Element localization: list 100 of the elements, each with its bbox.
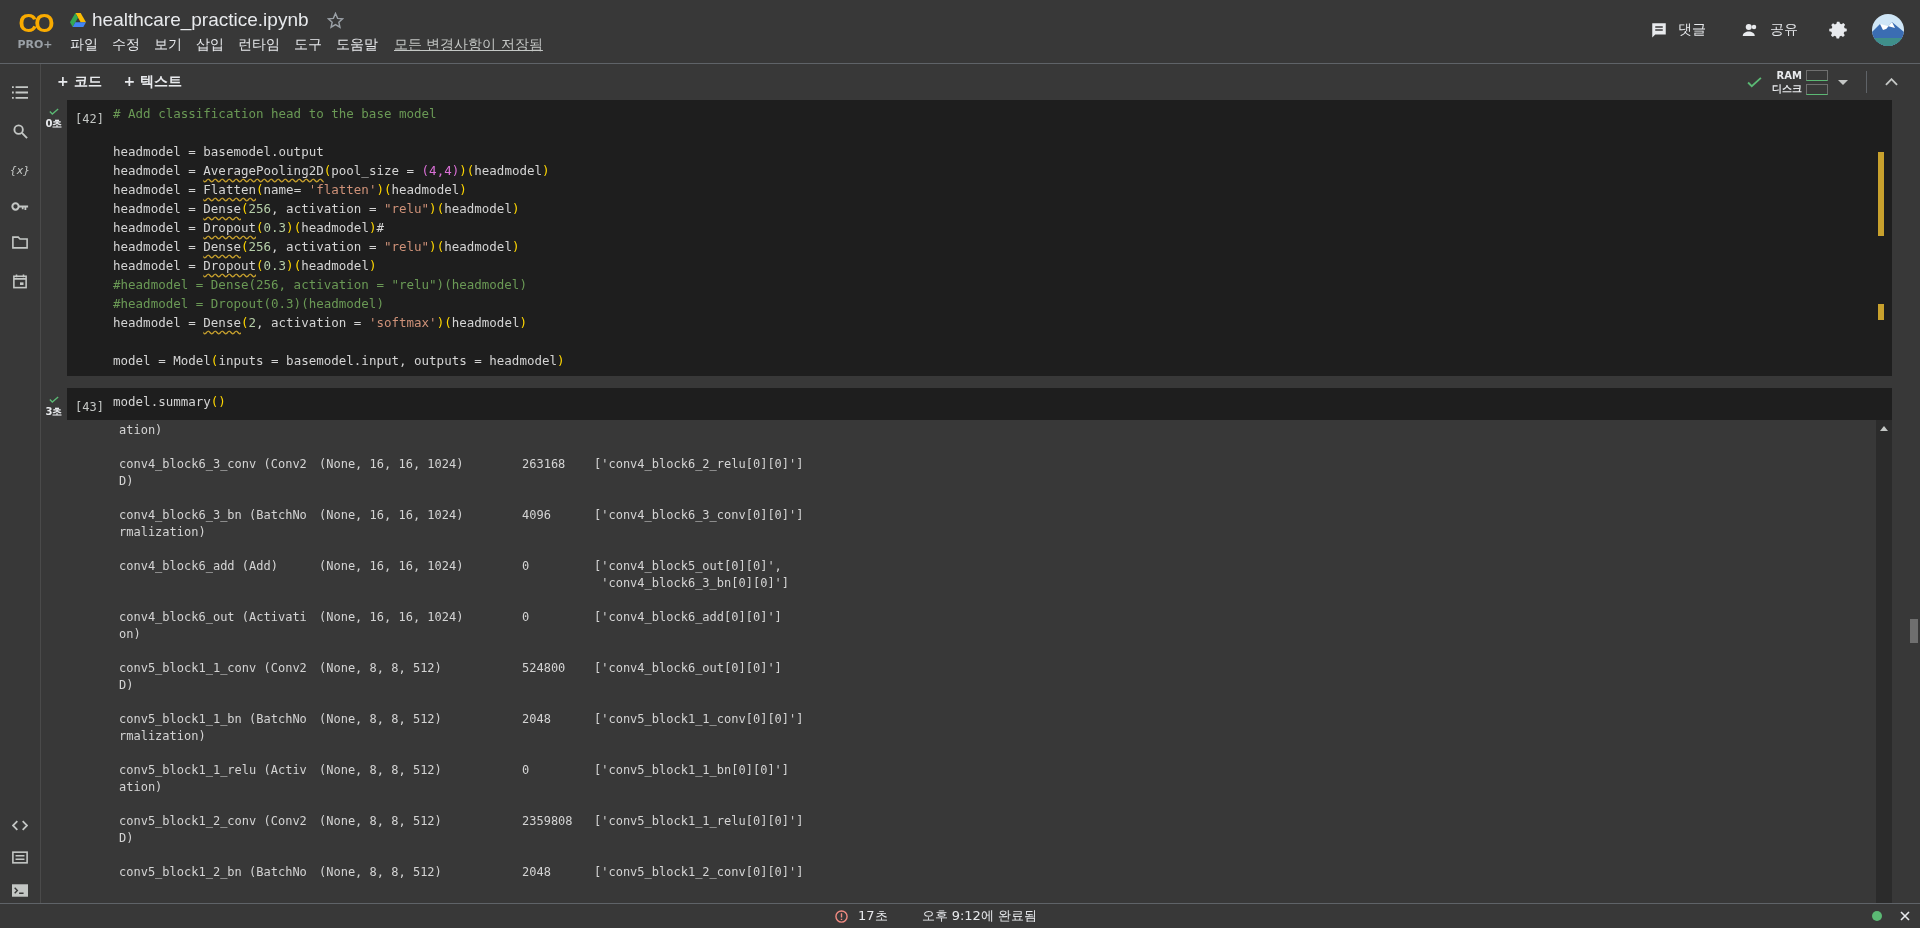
connected-layers: ['conv5_block1_1_conv[0][0]'] [594,711,804,728]
menu-item[interactable]: 도구 [294,36,322,54]
menu-item[interactable]: 보기 [154,36,182,54]
shape-text: (None, 8, 8, 512) [319,711,443,728]
connected-layers: ['conv4_block6_3_conv[0][0]'] [594,507,804,524]
connected-layers: ['conv4_block6_2_relu[0][0]'] [594,456,804,473]
layer-name: D) [119,677,135,694]
param-count: 2048 [522,864,552,881]
param-count: 0 [522,558,531,575]
layer-name: conv5_block1_1_relu (Activ [119,762,308,779]
dropdown-caret-icon[interactable] [1838,79,1848,85]
shape-text: (None, 16, 16, 1024) [319,558,465,575]
share-button[interactable]: 공유 [1736,17,1804,43]
code-line: #headmodel = Dense(256, activation = "relu")(headmodel) [113,276,528,294]
layer-name: ation) [119,779,164,796]
colab-logo[interactable]: CO [18,8,52,38]
star-icon[interactable] [326,11,344,29]
code-line: model.summary() [113,393,226,411]
layer-name: on) [119,626,142,643]
avatar[interactable] [1872,14,1904,46]
connected-layers: ['conv5_block1_2_conv[0][0]'] [594,864,804,881]
code-line: headmodel = Dense(256, activation = "relu")(headmodel) [113,200,521,218]
settings-icon[interactable] [1828,20,1848,40]
comment-button[interactable]: 댓글 [1644,17,1712,43]
comment-icon [1650,21,1668,39]
code-line: headmodel = Dropout(0.3)(headmodel) [113,257,378,275]
execution-count: [42] [74,112,105,126]
shape-text: (None, 16, 16, 1024) [319,456,465,473]
param-count: 524800 [522,660,567,677]
calendar-icon[interactable] [13,274,27,289]
layer-name: conv4_block6_out (Activati [119,609,308,626]
save-status-link[interactable]: 모든 변경사항이 저장됨 [394,36,543,54]
code-line: # Add classification head to the base model [113,105,438,123]
duration-label: 17초 [858,907,888,925]
variables-button[interactable]: {x} [10,164,30,177]
layer-name: conv4_block6_3_conv (Conv2 [119,456,308,473]
layer-name: conv5_block1_2_bn (BatchNo [119,864,308,881]
shape-text: (None, 16, 16, 1024) [319,507,465,524]
param-count: 2048 [522,711,552,728]
menu-item[interactable]: 수정 [112,36,140,54]
layer-name: D) [119,830,135,847]
param-count: 4096 [522,507,552,524]
code-icon[interactable] [12,820,28,831]
connected-layers: ['conv5_block1_1_relu[0][0]'] [594,813,804,830]
code-line: model = Model(inputs = basemodel.input, outputs = headmodel) [113,352,565,370]
code-line: #headmodel = Dropout(0.3)(headmodel) [113,295,385,313]
folder-icon[interactable] [12,236,28,249]
param-count: 263168 [522,456,567,473]
add-text-button[interactable]: + 텍스트 [117,69,189,95]
code-editor[interactable] [67,100,1892,376]
add-code-button[interactable]: + 코드 [51,69,108,95]
code-editor[interactable]: [43] model.summary() [67,388,1892,420]
layer-name: conv5_block1_1_conv (Conv2 [119,660,308,677]
scroll-up-arrow-icon[interactable] [1880,426,1888,431]
shape-text: (None, 8, 8, 512) [319,660,443,677]
shape-text: (None, 8, 8, 512) [319,762,443,779]
execution-count: [43] [74,400,105,414]
collapse-icon[interactable] [1885,78,1898,86]
search-icon[interactable] [12,124,28,139]
output-text: ation) [119,422,164,439]
layer-name: conv4_block6_3_bn (BatchNo [119,507,308,524]
param-count: 0 [522,609,531,626]
plan-label: PRO+ [17,38,53,51]
code-line: headmodel = Flatten(name= 'flatten')(headmodel) [113,181,468,199]
code-line: headmodel = AveragePooling2D(pool_size = (4,4))(headmodel) [113,162,551,180]
terminal-icon[interactable] [12,884,28,897]
shape-text: (None, 16, 16, 1024) [319,609,465,626]
keyboard-icon[interactable] [12,851,28,864]
connected-layers: ['conv5_block1_1_bn[0][0]'] [594,762,790,779]
code-line: headmodel = basemodel.output [113,143,325,161]
code-line: headmodel = Dense(256, activation = "relu")(headmodel) [113,238,521,256]
layer-name: rmalization) [119,728,207,745]
completion-status: 오후 9:12에 완료됨 [921,907,1037,925]
resource-button[interactable]: RAM 디스크 [1772,68,1828,96]
table-of-contents-icon[interactable] [12,86,28,99]
shape-text: (None, 8, 8, 512) [319,813,443,830]
layer-name: conv5_block1_1_bn (BatchNo [119,711,308,728]
connected-layers: ['conv4_block6_out[0][0]'] [594,660,782,677]
layer-name: rmalization) [119,524,207,541]
key-icon[interactable] [11,202,29,211]
menu-item[interactable]: 런타임 [238,36,280,54]
menu-item[interactable]: 파일 [70,36,98,54]
menu-item[interactable]: 삽입 [196,36,224,54]
connected-layers: ['conv4_block6_add[0][0]'] [594,609,782,626]
param-count: 2359808 [522,813,574,830]
code-line: headmodel = Dense(2, activation = 'softmax')(headmodel) [113,314,528,332]
output-scrollbar[interactable] [1876,420,1892,903]
warning-marker [1878,304,1884,320]
run-time-label: 0초 [45,117,63,131]
menu-item[interactable]: 도움말 [336,36,378,54]
layer-name: D) [119,473,135,490]
drive-icon [70,13,86,27]
shape-text: (None, 8, 8, 512) [319,864,443,881]
connected-layers: 'conv4_block6_3_bn[0][0]'] [600,575,790,592]
code-line: headmodel = Dropout(0.3)(headmodel)# [113,219,385,237]
param-count: 0 [522,762,531,779]
run-time-label: 3초 [45,405,63,419]
close-icon[interactable] [1900,911,1910,921]
notebook-title[interactable]: healthcare_practice.ipynb [92,9,309,31]
layer-name: conv5_block1_2_conv (Conv2 [119,813,308,830]
